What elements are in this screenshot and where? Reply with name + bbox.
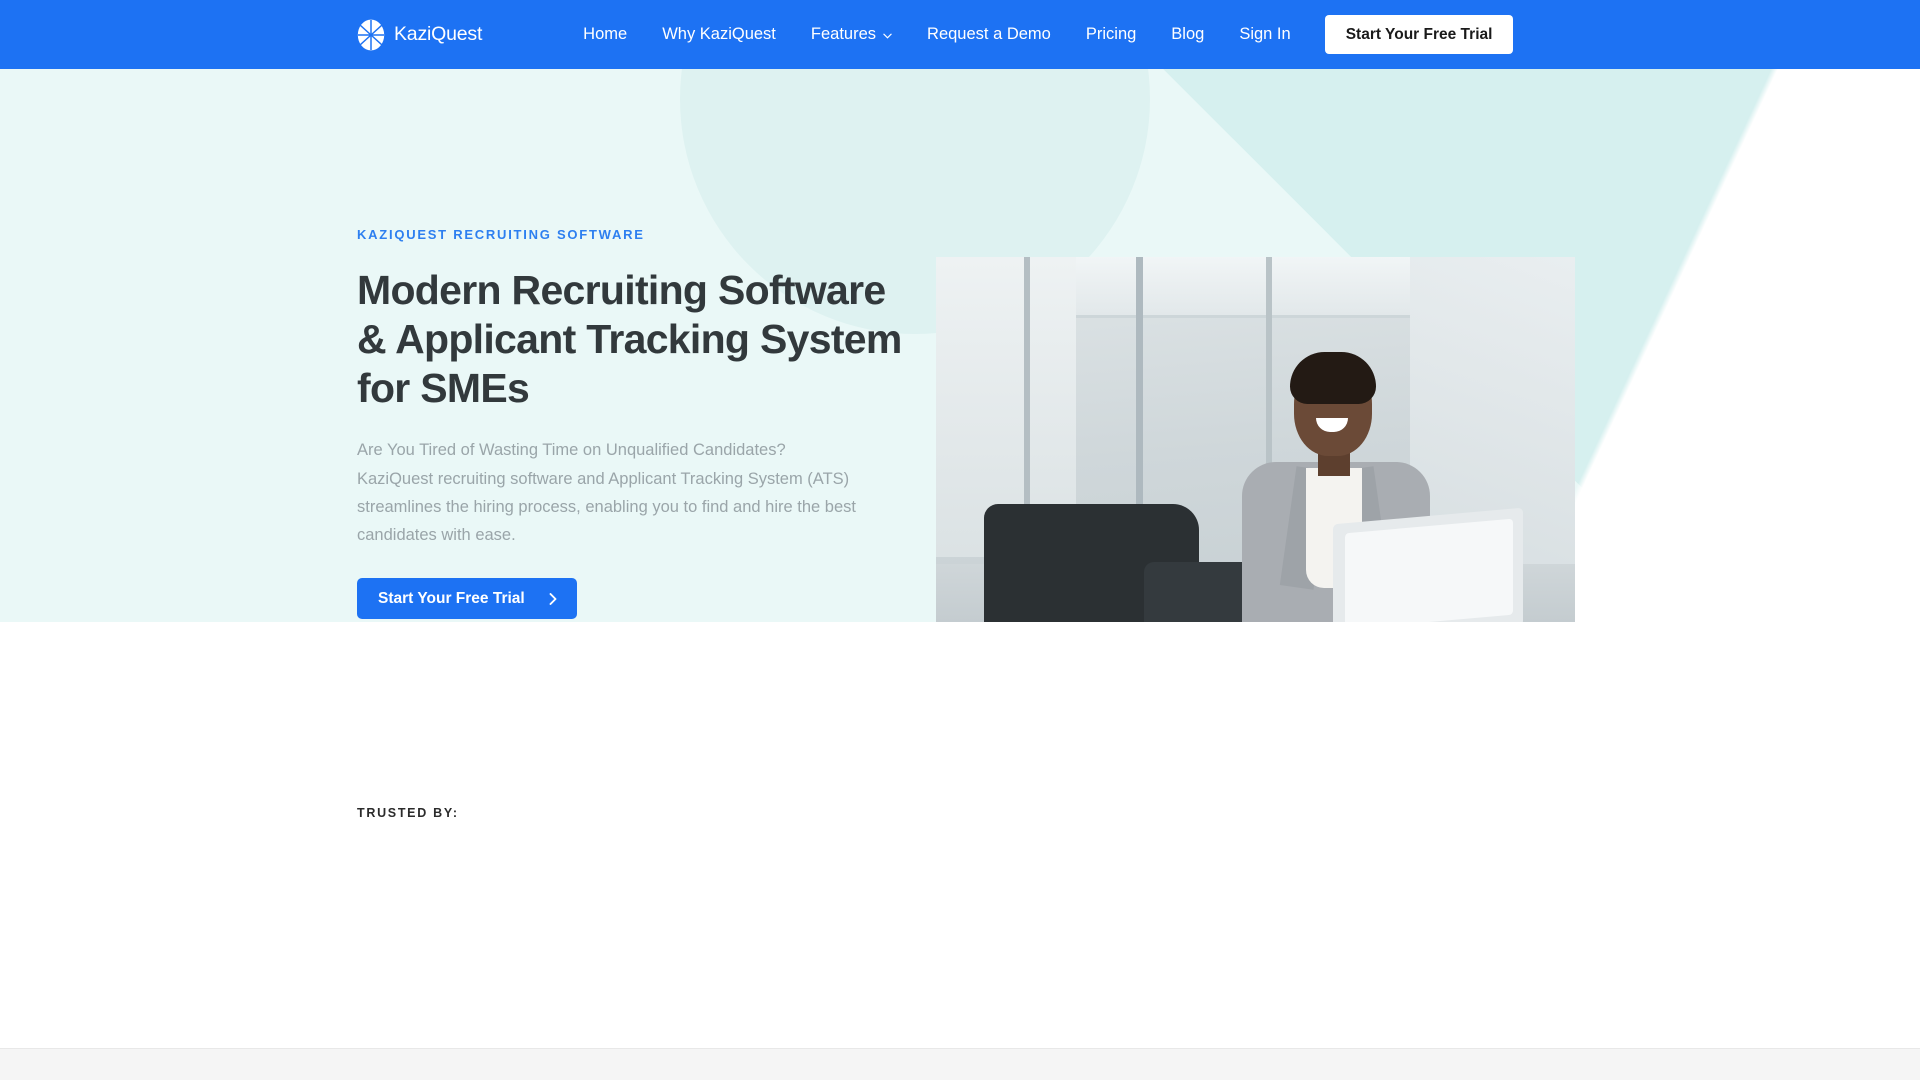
hero-cta-label: Start Your Free Trial bbox=[378, 589, 525, 607]
nav-item-label: Why KaziQuest bbox=[662, 25, 776, 43]
nav-item-label: Request a Demo bbox=[927, 25, 1051, 43]
nav-item-features[interactable]: Features bbox=[811, 17, 892, 52]
nav-item-label: Home bbox=[583, 25, 628, 43]
nav-item-label: Sign In bbox=[1239, 25, 1291, 43]
trusted-inner: TRUSTED BY: bbox=[0, 622, 1920, 1080]
kaziquest-spoke-circle-icon bbox=[357, 19, 385, 50]
chevron-right-icon bbox=[549, 592, 557, 605]
nav-item-sign-in[interactable]: Sign In bbox=[1239, 17, 1290, 52]
hero-inner: KAZIQUEST RECRUITING SOFTWARE Modern Rec… bbox=[0, 69, 1920, 622]
site-header: KaziQuest Home Why KaziQuest Features Re… bbox=[0, 0, 1920, 69]
hero-title: Modern Recruiting Software & Applicant T… bbox=[357, 267, 902, 411]
page-bottom-strip bbox=[0, 1048, 1920, 1080]
hero-start-free-trial-button[interactable]: Start Your Free Trial bbox=[357, 577, 577, 620]
hero-image-column bbox=[936, 69, 1575, 622]
hero-subtitle: Are You Tired of Wasting Time on Unquali… bbox=[357, 441, 856, 545]
nav-item-home[interactable]: Home bbox=[583, 17, 627, 52]
nav-item-why-kaziquest[interactable]: Why KaziQuest bbox=[662, 17, 776, 52]
nav-item-label: Pricing bbox=[1085, 25, 1137, 43]
hero-copy-column: KAZIQUEST RECRUITING SOFTWARE Modern Rec… bbox=[357, 69, 917, 620]
nav-item-label: Features bbox=[810, 25, 877, 43]
hero-eyebrow: KAZIQUEST RECRUITING SOFTWARE bbox=[357, 227, 645, 242]
header-start-free-trial-button[interactable]: Start Your Free Trial bbox=[1324, 14, 1514, 55]
nav-item-request-a-demo[interactable]: Request a Demo bbox=[927, 17, 1051, 52]
header-inner: KaziQuest Home Why KaziQuest Features Re… bbox=[0, 14, 1920, 55]
page-root: KaziQuest Home Why KaziQuest Features Re… bbox=[0, 0, 1920, 1080]
trusted-by-section: TRUSTED BY: bbox=[0, 622, 1920, 1080]
nav-item-blog[interactable]: Blog bbox=[1171, 17, 1204, 52]
chevron-down-icon bbox=[883, 33, 892, 39]
brand-name: KaziQuest bbox=[394, 23, 483, 45]
nav-item-pricing[interactable]: Pricing bbox=[1086, 17, 1136, 52]
brand-logo-link[interactable]: KaziQuest bbox=[357, 19, 482, 51]
nav-item-label: Blog bbox=[1171, 25, 1205, 43]
trusted-by-label: TRUSTED BY: bbox=[357, 806, 459, 820]
main-navigation: Home Why KaziQuest Features Request a De… bbox=[583, 14, 1514, 55]
hero-office-photo bbox=[936, 257, 1575, 622]
hero-section: KAZIQUEST RECRUITING SOFTWARE Modern Rec… bbox=[0, 69, 1920, 622]
